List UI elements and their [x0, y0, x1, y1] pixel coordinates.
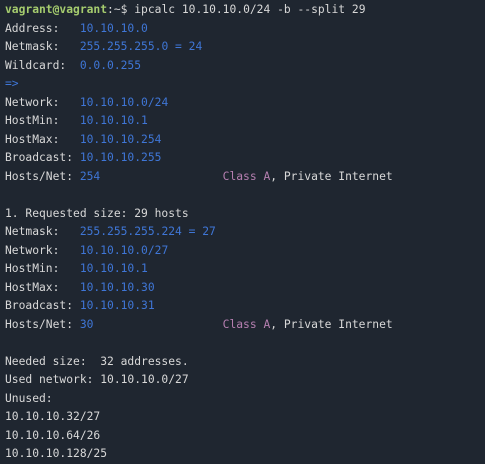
value-text: => — [5, 77, 19, 90]
value-text: 255.255.255.0 = 24 — [79, 40, 203, 53]
label-text: , Private Internet — [270, 169, 393, 183]
terminal-line: 10.10.10.128/25 — [5, 445, 393, 464]
label-text: HostMax: — [5, 132, 80, 146]
value-text: 10.10.10.0/24 — [79, 95, 169, 109]
terminal-line: Hosts/Net: 254 Class A, Private Internet — [5, 168, 393, 187]
value-text: 10.10.10.0 — [79, 21, 148, 35]
label-text: Hosts/Net: — [5, 169, 80, 183]
prompt-user-host: vagrant@vagrant — [5, 3, 108, 16]
label-text: Network: — [5, 95, 80, 109]
terminal-line: HostMin: 10.10.10.1 — [5, 112, 393, 131]
label-text: Network: — [5, 243, 80, 257]
terminal-line: Address: 10.10.10.0 — [5, 20, 393, 39]
terminal-output[interactable]: vagrant@vagrant:~$ ipcalc 10.10.10.0/24 … — [5, 1, 393, 464]
terminal-line: 10.10.10.32/27 — [5, 408, 393, 427]
class-label: Class A — [222, 169, 271, 183]
command-prompt-line: vagrant@vagrant:~$ ipcalc 10.10.10.0/24 … — [5, 1, 393, 20]
label-text: Address: — [5, 21, 80, 35]
terminal-line: Unused: — [5, 390, 393, 409]
label-text: Used network: 10.10.10.0/27 — [5, 373, 189, 386]
label-text: 10.10.10.64/26 — [5, 428, 101, 442]
terminal-line: HostMax: 10.10.10.30 — [5, 279, 393, 298]
value-text: 255.255.255.224 = 27 — [79, 225, 216, 238]
terminal-line: Network: 10.10.10.0/27 — [5, 242, 393, 261]
label-text: Netmask: — [5, 225, 80, 238]
class-label: Class A — [222, 317, 271, 331]
label-text: Broadcast: — [5, 299, 80, 312]
terminal-line: Wildcard: 0.0.0.255 — [5, 57, 393, 76]
terminal-line: HostMax: 10.10.10.254 — [5, 131, 393, 150]
label-text: Needed size: 32 addresses. — [5, 354, 189, 368]
label-text: 10.10.10.128/25 — [5, 447, 108, 460]
value-text: 10.10.10.1 — [79, 262, 148, 275]
value-text: 10.10.10.255 — [79, 151, 162, 164]
terminal-line: 1. Requested size: 29 hosts — [5, 205, 393, 224]
terminal-line: => — [5, 75, 393, 94]
value-text: 10.10.10.0/27 — [79, 243, 169, 257]
terminal-line: Used network: 10.10.10.0/27 — [5, 371, 393, 390]
label-text: 1. Requested size: 29 hosts — [5, 206, 189, 220]
value-text: 10.10.10.31 — [79, 299, 155, 312]
label-text: Wildcard: — [5, 58, 80, 72]
terminal-line: Needed size: 32 addresses. — [5, 353, 393, 372]
label-text: ipcalc 10.10.10.0/24 -b --split 29 — [134, 3, 366, 16]
value-text: 10.10.10.254 — [79, 132, 162, 146]
terminal-line: Network: 10.10.10.0/24 — [5, 94, 393, 113]
label-text: , Private Internet — [270, 317, 393, 331]
value-text: 0.0.0.255 — [79, 58, 142, 72]
terminal-line: HostMin: 10.10.10.1 — [5, 260, 393, 279]
label-text: HostMax: — [5, 280, 80, 294]
label-text: HostMin: — [5, 114, 80, 127]
label-text: :~$ — [107, 3, 135, 16]
terminal-line: Netmask: 255.255.255.224 = 27 — [5, 223, 393, 242]
label-text: Hosts/Net: — [5, 317, 80, 331]
terminal-line: Broadcast: 10.10.10.31 — [5, 297, 393, 316]
terminal-line: Netmask: 255.255.255.0 = 24 — [5, 38, 393, 57]
label-text: Netmask: — [5, 40, 80, 53]
label-text: 10.10.10.32/27 — [5, 410, 101, 423]
label-text: Unused: — [5, 391, 53, 405]
value-text: 30 — [79, 317, 223, 331]
terminal-line: Broadcast: 10.10.10.255 — [5, 149, 393, 168]
value-text: 10.10.10.1 — [79, 114, 148, 127]
terminal-line: Hosts/Net: 30 Class A, Private Internet — [5, 316, 393, 335]
label-text: Broadcast: — [5, 151, 80, 164]
value-text: 254 — [79, 169, 223, 183]
label-text: HostMin: — [5, 262, 80, 275]
terminal-line: 10.10.10.64/26 — [5, 427, 393, 446]
value-text: 10.10.10.30 — [79, 280, 155, 294]
